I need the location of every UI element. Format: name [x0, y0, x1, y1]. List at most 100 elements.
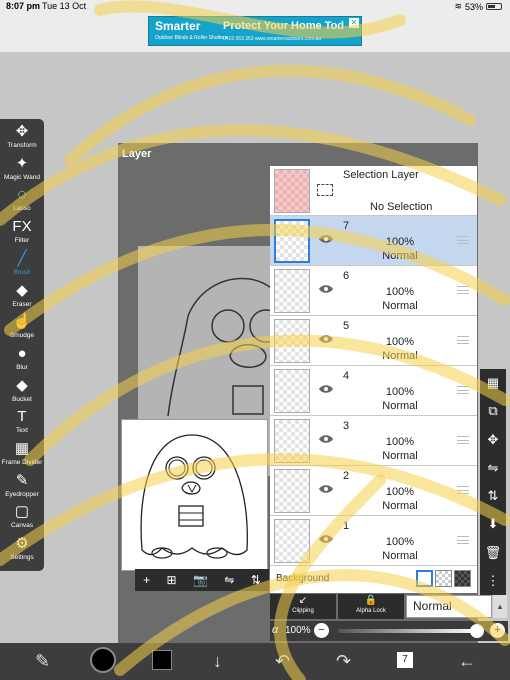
- tool-magic-wand[interactable]: ✦ Magic Wand: [0, 155, 44, 187]
- tool-smudge[interactable]: ☝ Smudge: [0, 313, 44, 345]
- ad-contact: 0415 063 363 www.smarteroutdoors.com.au: [223, 36, 322, 42]
- layer-opacity: 100%: [385, 386, 415, 398]
- ad-close-icon[interactable]: ✕: [349, 18, 359, 28]
- layer-row[interactable]: 1 100% Normal: [270, 516, 477, 566]
- flip-horizontal-icon[interactable]: ⇋: [224, 573, 234, 587]
- opacity-decrease-button[interactable]: −: [314, 623, 329, 638]
- eraser-icon: ◆: [16, 281, 28, 299]
- flip-horizontal-icon[interactable]: ⇋: [488, 460, 499, 476]
- tool-settings[interactable]: ⚙ Settings: [0, 535, 44, 567]
- background-white-swatch[interactable]: [416, 570, 433, 587]
- ad-banner[interactable]: Smarter Outdoor Blinds & Roller Shutters…: [148, 16, 362, 46]
- tool-text[interactable]: T Text: [0, 408, 44, 440]
- tool-label: Lasso: [13, 205, 31, 213]
- flip-vertical-icon[interactable]: ⇅: [488, 488, 499, 504]
- opacity-slider[interactable]: [338, 629, 476, 633]
- layer-number: 3: [343, 420, 350, 432]
- selection-layer-row[interactable]: Selection Layer No Selection: [270, 166, 477, 216]
- ad-headline: Protect Your Home Tod: [223, 20, 345, 32]
- eye-icon[interactable]: [318, 234, 334, 244]
- tool-lasso[interactable]: ◌ Lasso: [0, 186, 44, 218]
- eye-icon[interactable]: [318, 384, 334, 394]
- bucket-icon: ◆: [16, 376, 28, 394]
- eye-icon[interactable]: [318, 534, 334, 544]
- layer-row[interactable]: 6 100% Normal: [270, 266, 477, 316]
- tool-eraser[interactable]: ◆ Eraser: [0, 282, 44, 314]
- eye-icon[interactable]: [318, 434, 334, 444]
- layer-opacity: 100%: [385, 336, 415, 348]
- color-circle-icon[interactable]: [90, 647, 116, 673]
- layer-blend-mode: Normal: [382, 550, 418, 562]
- ghost-drawing: [140, 434, 248, 559]
- caret-up-icon[interactable]: ▲: [493, 595, 507, 618]
- more-icon[interactable]: ⋮: [487, 573, 500, 589]
- tool-filter[interactable]: FX Filter: [0, 218, 44, 250]
- brush-icon: ╱: [17, 249, 27, 267]
- opacity-increase-button[interactable]: +: [490, 623, 505, 638]
- background-transparent-swatch[interactable]: [435, 570, 452, 587]
- layer-row[interactable]: 5 100% Normal: [270, 316, 477, 366]
- layer-row[interactable]: 2 100% Normal: [270, 466, 477, 516]
- back-icon[interactable]: ←: [458, 651, 476, 671]
- undo-icon[interactable]: ↶: [275, 651, 290, 671]
- camera-icon[interactable]: 📷: [193, 573, 208, 587]
- drag-handle-icon[interactable]: [457, 336, 469, 344]
- background-dark-swatch[interactable]: [454, 570, 471, 587]
- tool-bucket[interactable]: ◆ Bucket: [0, 377, 44, 409]
- layer-row[interactable]: 7 100% Normal: [270, 216, 477, 266]
- drag-handle-icon[interactable]: [457, 536, 469, 544]
- alpha-lock-label: Alpha Lock: [356, 608, 386, 614]
- battery-percent: 53%: [464, 1, 483, 12]
- alpha-lock-button[interactable]: 🔒 Alpha Lock: [338, 594, 404, 619]
- layer-blend-mode: Normal: [382, 450, 418, 462]
- layer-opacity: 100%: [385, 236, 415, 248]
- opacity-slider-knob[interactable]: [470, 624, 484, 638]
- eye-icon[interactable]: [318, 484, 334, 494]
- tool-blur[interactable]: ● Blur: [0, 345, 44, 377]
- tool-canvas[interactable]: ▢ Canvas: [0, 503, 44, 535]
- flip-vertical-icon[interactable]: ⇅: [251, 573, 261, 587]
- tool-eyedropper[interactable]: ✎ Eyedropper: [0, 472, 44, 504]
- layer-row[interactable]: 4 100% Normal: [270, 366, 477, 416]
- layer-number: 7: [343, 220, 350, 232]
- layer-row[interactable]: 3 100% Normal: [270, 416, 477, 466]
- layer-blend-mode: Normal: [382, 300, 418, 312]
- color-swatch-icon[interactable]: [152, 650, 172, 670]
- drag-handle-icon[interactable]: [457, 436, 469, 444]
- tool-frame-divider[interactable]: ▦ Frame Divider: [0, 440, 44, 472]
- tool-transform[interactable]: ✥ Transform: [0, 123, 44, 155]
- lock-icon: 🔒: [364, 595, 378, 606]
- alpha-symbol: α: [272, 624, 279, 636]
- tool-brush[interactable]: ╱ Brush: [0, 250, 44, 282]
- bottom-toolbar: ✎ ↓ ↶ ↷ 7 ←: [0, 643, 510, 680]
- eye-icon[interactable]: [318, 284, 334, 294]
- clipping-label: Clipping: [292, 608, 314, 614]
- drag-handle-icon[interactable]: [457, 286, 469, 294]
- drag-handle-icon[interactable]: [457, 386, 469, 394]
- drag-handle-icon[interactable]: [457, 236, 469, 244]
- magic-wand-icon: ✦: [15, 154, 29, 172]
- layer-action-bar: + ⊞ 📷 ⇋ ⇅: [135, 569, 269, 591]
- add-folder-icon[interactable]: ⊞: [167, 573, 177, 587]
- drag-handle-icon[interactable]: [457, 486, 469, 494]
- background-row[interactable]: Background: [270, 566, 477, 593]
- copy-icon[interactable]: ⧉: [488, 403, 497, 419]
- battery-icon: [486, 3, 502, 10]
- trash-icon[interactable]: 🗑: [485, 545, 502, 561]
- merge-down-icon[interactable]: ⬇: [488, 516, 499, 532]
- redo-icon[interactable]: ↷: [336, 651, 351, 671]
- ad-banner-area: Smarter Outdoor Blinds & Roller Shutters…: [0, 14, 510, 52]
- layers-icon[interactable]: 7: [397, 652, 413, 668]
- add-layer-icon[interactable]: +: [143, 573, 150, 587]
- blend-mode-select[interactable]: Normal: [406, 595, 492, 618]
- brush-settings-icon[interactable]: ✎: [35, 651, 50, 671]
- layer-blend-mode: Normal: [382, 250, 418, 262]
- eye-icon[interactable]: [318, 334, 334, 344]
- move-icon[interactable]: ✥: [488, 432, 499, 448]
- selection-layer-status: No Selection: [370, 201, 433, 213]
- arrow-down-icon[interactable]: ↓: [213, 651, 222, 671]
- clipping-button[interactable]: ↙ Clipping: [270, 594, 336, 619]
- checker-icon[interactable]: ▦: [487, 375, 499, 391]
- canvas-thumbnail[interactable]: [121, 419, 268, 571]
- tool-label: Canvas: [10, 522, 34, 530]
